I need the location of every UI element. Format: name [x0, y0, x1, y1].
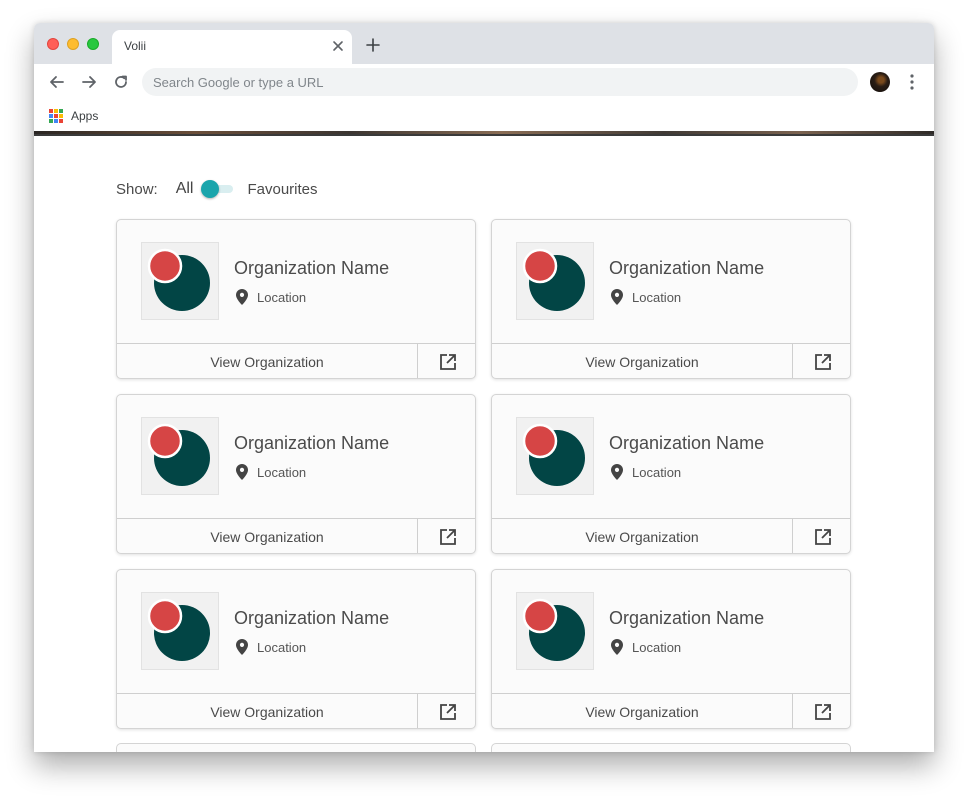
apps-grid-icon [49, 109, 63, 123]
organization-card: Organization Name Location View Organiza… [491, 394, 851, 554]
organization-logo-icon [147, 423, 210, 486]
organization-logo [141, 417, 219, 495]
organization-logo-icon [147, 248, 210, 311]
organization-logo-icon [147, 598, 210, 661]
open-external-button[interactable] [792, 694, 850, 728]
organization-card-partial [491, 743, 851, 752]
tab-strip: Volii [34, 23, 934, 64]
organization-card: Organization Name Location View Organiza… [491, 569, 851, 729]
organization-logo-icon [522, 248, 585, 311]
external-link-icon [814, 704, 831, 720]
browser-tab-active[interactable]: Volii [112, 30, 352, 64]
map-pin-icon [236, 639, 248, 655]
address-bar[interactable]: Search Google or type a URL [142, 68, 858, 96]
map-pin-icon [611, 289, 623, 305]
organization-name: Organization Name [234, 608, 390, 628]
open-external-button[interactable] [417, 344, 475, 378]
bookmarks-bar: Apps [34, 101, 934, 131]
map-pin-icon [236, 289, 248, 305]
organization-card: Organization Name Location View Organiza… [491, 219, 851, 379]
page-content: Show: All Favourites Organization Name L… [34, 131, 934, 752]
tab-title: Volii [124, 39, 147, 53]
organization-card: Organization Name Location View Organiza… [116, 219, 476, 379]
browser-toolbar: Search Google or type a URL [34, 64, 934, 101]
card-footer: View Organization [492, 693, 850, 728]
back-arrow-icon[interactable] [48, 73, 66, 91]
view-organization-button[interactable]: View Organization [492, 344, 792, 378]
address-bar-placeholder: Search Google or type a URL [153, 75, 324, 90]
close-window-button[interactable] [47, 38, 59, 50]
view-organization-button[interactable]: View Organization [492, 694, 792, 728]
open-external-button[interactable] [792, 344, 850, 378]
show-filter: Show: All Favourites [116, 175, 318, 203]
minimize-window-button[interactable] [67, 38, 79, 50]
organization-name: Organization Name [609, 433, 765, 453]
location-text: Location [632, 464, 682, 480]
external-link-icon [439, 704, 456, 720]
more-menu-icon[interactable] [906, 73, 918, 91]
tab-close-icon[interactable] [331, 39, 345, 53]
organization-name: Organization Name [234, 433, 390, 453]
organization-logo [516, 242, 594, 320]
open-external-button[interactable] [417, 694, 475, 728]
organization-card: Organization Name Location View Organiza… [116, 394, 476, 554]
organization-card-partial [116, 743, 476, 752]
card-footer: View Organization [492, 343, 850, 378]
filter-favourites-label[interactable]: Favourites [247, 181, 317, 198]
view-organization-button[interactable]: View Organization [117, 344, 417, 378]
organization-location: Location [611, 464, 681, 480]
location-text: Location [632, 639, 682, 655]
organization-name: Organization Name [234, 258, 390, 278]
organization-name: Organization Name [609, 258, 765, 278]
organization-logo [141, 242, 219, 320]
external-link-icon [814, 529, 831, 545]
toggle-thumb [201, 180, 220, 198]
show-label: Show: [116, 180, 158, 198]
open-external-button[interactable] [792, 519, 850, 553]
maximize-window-button[interactable] [87, 38, 99, 50]
reload-icon[interactable] [112, 73, 130, 91]
profile-avatar[interactable] [870, 72, 890, 92]
organization-location: Location [236, 639, 306, 655]
organization-location: Location [611, 289, 681, 305]
hero-divider [34, 134, 934, 136]
card-footer: View Organization [117, 343, 475, 378]
view-organization-button[interactable]: View Organization [492, 519, 792, 553]
organization-logo [516, 592, 594, 670]
organization-logo [141, 592, 219, 670]
apps-bookmark[interactable]: Apps [49, 105, 98, 127]
card-footer: View Organization [117, 693, 475, 728]
external-link-icon [814, 354, 831, 370]
open-external-button[interactable] [417, 519, 475, 553]
location-text: Location [257, 289, 307, 305]
new-tab-icon[interactable] [365, 37, 381, 53]
card-footer: View Organization [492, 518, 850, 553]
favourites-toggle[interactable] [201, 179, 237, 199]
external-link-icon [439, 529, 456, 545]
organization-logo-icon [522, 423, 585, 486]
view-organization-button[interactable]: View Organization [117, 519, 417, 553]
organization-location: Location [611, 639, 681, 655]
forward-arrow-icon[interactable] [80, 73, 98, 91]
organization-location: Location [236, 289, 306, 305]
card-footer: View Organization [117, 518, 475, 553]
filter-all-label[interactable]: All [176, 180, 194, 198]
location-text: Location [632, 289, 682, 305]
location-text: Location [257, 639, 307, 655]
map-pin-icon [611, 639, 623, 655]
view-organization-button[interactable]: View Organization [117, 694, 417, 728]
organization-card: Organization Name Location View Organiza… [116, 569, 476, 729]
organization-logo [516, 417, 594, 495]
apps-label: Apps [71, 109, 99, 123]
map-pin-icon [236, 464, 248, 480]
location-text: Location [257, 464, 307, 480]
browser-window: Volii Search Google or type a URL Apps S… [34, 23, 934, 752]
external-link-icon [439, 354, 456, 370]
organization-location: Location [236, 464, 306, 480]
organization-name: Organization Name [609, 608, 765, 628]
map-pin-icon [611, 464, 623, 480]
organization-logo-icon [522, 598, 585, 661]
